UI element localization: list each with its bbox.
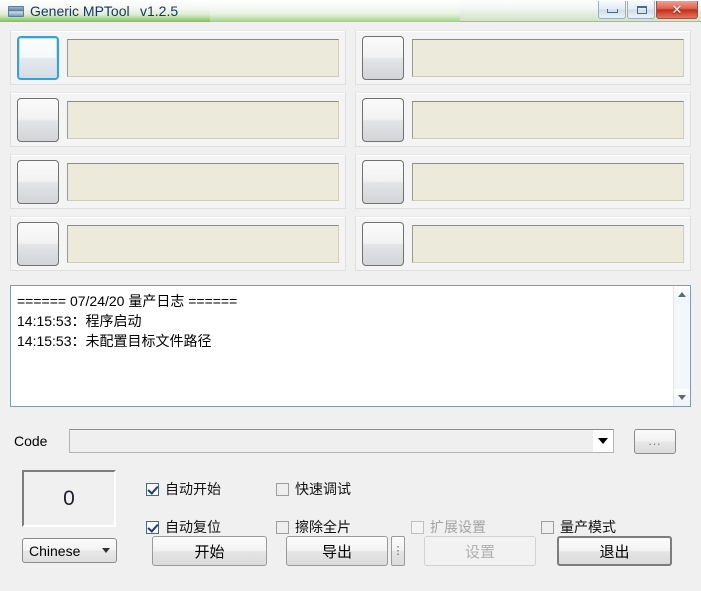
slot-status-field-6 — [412, 100, 684, 139]
checkbox-label: 快速调试 — [295, 481, 351, 497]
slot-button-2[interactable] — [17, 97, 59, 142]
browse-button[interactable]: ... — [634, 428, 676, 454]
counter-display: 0 — [22, 470, 116, 527]
slot-panel-5[interactable] — [355, 30, 691, 85]
slot-button-7[interactable] — [362, 159, 404, 204]
code-label: Code — [14, 433, 48, 449]
language-select-value: Chinese — [29, 542, 81, 559]
window-controls: ✕ — [597, 1, 698, 20]
settings-button: 设置 — [424, 536, 536, 566]
slot-panel-4[interactable] — [10, 216, 346, 271]
chevron-down-icon — [678, 395, 686, 400]
slot-status-field-4 — [67, 224, 339, 263]
more-options-button[interactable]: ⋮ — [391, 536, 405, 566]
application-window: Generic MPTool v1.2.5 ✕ ====== 07/24/20 … — [0, 0, 701, 591]
options-row-1: 自动开始 快速调试 — [146, 470, 686, 508]
code-row: Code ... — [14, 427, 687, 455]
maximize-icon — [637, 6, 647, 14]
scroll-down-button[interactable] — [674, 389, 690, 406]
slot-button-6[interactable] — [362, 97, 404, 142]
code-dropdown-button[interactable] — [593, 430, 613, 452]
log-panel[interactable]: ====== 07/24/20 量产日志 ====== 14:15:53：程序启… — [10, 285, 691, 407]
log-scrollbar[interactable] — [673, 286, 690, 406]
chevron-down-icon — [598, 438, 608, 444]
checkbox-box — [146, 482, 159, 496]
slot-status-field-1 — [67, 38, 339, 77]
app-icon — [8, 6, 24, 17]
checkbox-box — [541, 520, 554, 534]
chevron-down-icon — [102, 548, 110, 553]
slot-row — [10, 92, 691, 147]
slot-status-field-2 — [67, 100, 339, 139]
scroll-up-button[interactable] — [674, 286, 690, 303]
checkbox-box — [146, 520, 159, 534]
slot-row — [10, 30, 691, 85]
slot-panel-7[interactable] — [355, 154, 691, 209]
slot-grid — [10, 30, 691, 278]
slot-row — [10, 216, 691, 271]
language-select[interactable]: Chinese — [22, 538, 117, 563]
chevron-up-icon — [678, 292, 686, 297]
log-text: ====== 07/24/20 量产日志 ====== 14:15:53：程序启… — [17, 293, 238, 349]
slot-status-field-5 — [412, 38, 684, 77]
close-icon: ✕ — [671, 1, 683, 17]
slot-button-8[interactable] — [362, 221, 404, 266]
checkbox-label: 自动开始 — [165, 481, 221, 497]
slot-panel-1[interactable] — [10, 30, 346, 85]
window-version: v1.2.5 — [140, 3, 179, 19]
slot-panel-6[interactable] — [355, 92, 691, 147]
minimize-icon — [607, 9, 618, 13]
bottom-bar: Chinese 开始 导出 ⋮ 设置 退出 — [0, 534, 701, 576]
slot-panel-3[interactable] — [10, 154, 346, 209]
exit-button[interactable]: 退出 — [557, 536, 672, 566]
slot-status-field-7 — [412, 162, 684, 201]
slot-button-1[interactable] — [17, 35, 59, 80]
window-title: Generic MPTool — [30, 3, 130, 19]
export-button[interactable]: 导出 — [286, 536, 388, 566]
slot-button-4[interactable] — [17, 221, 59, 266]
slot-row — [10, 154, 691, 209]
checkbox-box — [276, 482, 289, 496]
maximize-button[interactable] — [627, 1, 655, 19]
close-button[interactable]: ✕ — [656, 1, 698, 19]
slot-button-3[interactable] — [17, 159, 59, 204]
slot-button-5[interactable] — [362, 35, 404, 80]
slot-panel-8[interactable] — [355, 216, 691, 271]
minimize-button[interactable] — [598, 1, 626, 19]
code-combobox[interactable] — [69, 429, 614, 453]
slot-panel-2[interactable] — [10, 92, 346, 147]
slot-status-field-8 — [412, 224, 684, 263]
checkbox-box — [276, 520, 289, 534]
slot-status-field-3 — [67, 162, 339, 201]
checkbox-auto-start[interactable]: 自动开始 — [146, 479, 276, 499]
checkbox-box — [411, 520, 424, 534]
title-bar: Generic MPTool v1.2.5 ✕ — [0, 0, 701, 22]
start-button[interactable]: 开始 — [152, 536, 267, 566]
title-bar-gradient-mid — [210, 0, 460, 22]
checkbox-fast-debug[interactable]: 快速调试 — [276, 479, 411, 499]
